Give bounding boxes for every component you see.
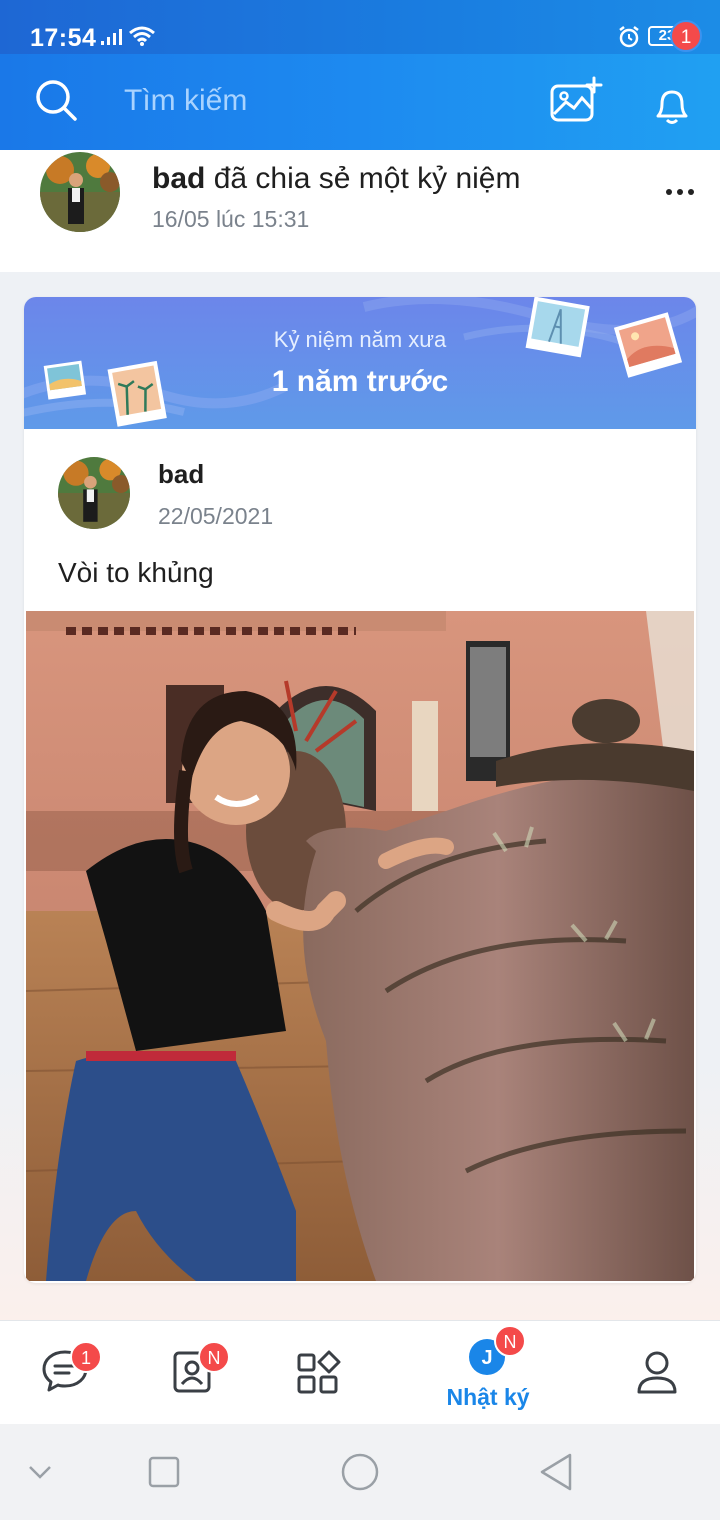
- search-icon[interactable]: [34, 78, 78, 122]
- system-navigation-bar: [0, 1424, 720, 1520]
- memory-label: Kỷ niệm năm xưa: [273, 327, 447, 352]
- recent-apps-icon[interactable]: [148, 1456, 180, 1488]
- back-icon[interactable]: [538, 1452, 574, 1492]
- more-options-icon[interactable]: [664, 180, 696, 204]
- share-title: bad đã chia sẻ một kỷ niệm: [152, 162, 520, 196]
- post-date: 22/05/2021: [158, 503, 274, 529]
- notification-badge: 1: [670, 20, 702, 52]
- collapse-icon[interactable]: [28, 1464, 52, 1480]
- memory-banner: Kỷ niệm năm xưa 1 năm trước: [24, 297, 696, 429]
- bottom-nav: [0, 1320, 720, 1424]
- share-user[interactable]: bad: [152, 162, 205, 195]
- share-timestamp: 16/05 lúc 15:31: [152, 206, 310, 232]
- post-text: Vòi to khủng: [58, 557, 214, 588]
- status-bar: 17:54 23: [0, 0, 720, 54]
- share-action: đã chia sẻ một kỷ niệm: [213, 162, 521, 195]
- status-time: 17:54: [30, 24, 97, 52]
- alarm-icon: [619, 26, 639, 48]
- messages-badge: 1: [70, 1341, 102, 1373]
- post-avatar[interactable]: [58, 457, 130, 529]
- memory-card[interactable]: Kỷ niệm năm xưa 1 năm trước bad 22/05/20…: [24, 297, 696, 1283]
- add-photo-icon[interactable]: [548, 76, 604, 124]
- discover-icon[interactable]: [296, 1350, 342, 1396]
- wifi-icon: [129, 26, 155, 46]
- home-icon[interactable]: [340, 1452, 380, 1492]
- avatar[interactable]: [40, 152, 120, 232]
- app-header: Tìm kiếm: [0, 54, 720, 150]
- bell-icon[interactable]: [650, 82, 694, 126]
- banner-decoration: [24, 297, 696, 427]
- tab-timeline-label[interactable]: Nhật ký: [440, 1384, 536, 1411]
- timeline-badge: N: [494, 1325, 526, 1357]
- timeline-avatar-letter: J: [481, 1347, 492, 1369]
- post-author[interactable]: bad: [158, 459, 204, 490]
- contacts-badge: N: [198, 1341, 230, 1373]
- signal-icon: [101, 29, 122, 45]
- post-photo[interactable]: [26, 611, 694, 1281]
- memory-years-ago: 1 năm trước: [271, 365, 449, 398]
- profile-icon[interactable]: [636, 1350, 678, 1394]
- search-input[interactable]: Tìm kiếm: [124, 84, 247, 118]
